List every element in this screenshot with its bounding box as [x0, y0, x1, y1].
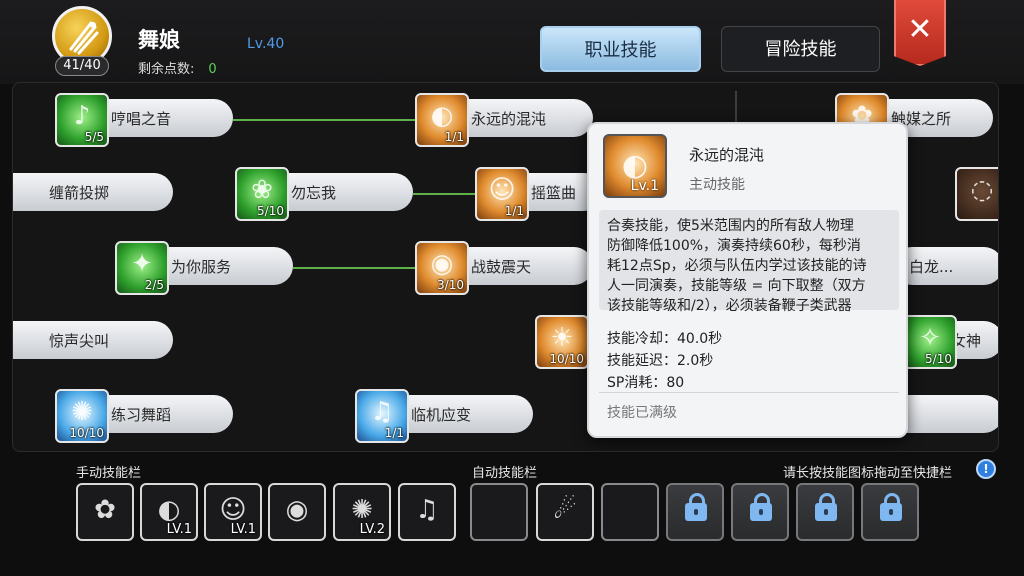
skill-name: 战鼓震天: [471, 258, 532, 276]
manual-skill-slot[interactable]: ☺ LV.1: [204, 483, 262, 541]
skill-node-pill[interactable]: 白龙...: [893, 247, 998, 285]
skill-level: 5/10: [925, 352, 952, 366]
auto-skill-slot-empty[interactable]: [601, 483, 659, 541]
tooltip-divider: [599, 392, 899, 393]
skill-sunburst-icon[interactable]: ☀ 10/10: [535, 315, 589, 369]
character-name: 舞娘: [138, 28, 180, 52]
skill-point-badge: 41/40: [55, 56, 109, 76]
drag-hint: 请长按技能图标拖动至快捷栏: [783, 466, 953, 481]
skill-level: 10/10: [549, 352, 584, 366]
auto-skill-bar-label: 自动技能栏: [472, 466, 538, 481]
skill-level: 3/10: [437, 278, 464, 292]
description-line: 人一同演奏，技能等级 = 向下取整（双方: [607, 278, 866, 294]
description-line: 防御降低100%，演奏持续60秒，每秒消: [607, 238, 861, 254]
info-icon[interactable]: !: [976, 459, 996, 479]
tooltip-delay: 技能延迟：2.0秒: [607, 353, 714, 369]
skill-name: 哼唱之音: [111, 110, 172, 128]
manual-skill-slot[interactable]: ◐ LV.1: [140, 483, 198, 541]
manual-skill-slot[interactable]: ♫: [398, 483, 456, 541]
slot-level: LV.2: [359, 522, 385, 537]
skill-name: 永远的混沌: [471, 110, 547, 128]
skill-name: 缠箭投掷: [49, 184, 110, 202]
skill-level: 5/5: [84, 130, 104, 144]
auto-skill-slot[interactable]: ☄: [536, 483, 594, 541]
skill-goddess-icon[interactable]: ✧ 5/10: [903, 315, 957, 369]
close-button[interactable]: ✕: [894, 0, 946, 66]
manual-skill-slot[interactable]: ◉: [268, 483, 326, 541]
skill-name: 为你服务: [171, 258, 232, 276]
description-line: 该技能等级和/2），必须装备鞭子类武器: [607, 298, 852, 314]
remaining-points-value: 0: [208, 62, 217, 77]
skill-hum-icon[interactable]: ♪ 5/5: [55, 93, 109, 147]
skill-level: 5/10: [257, 204, 284, 218]
slot-level: LV.1: [166, 522, 192, 537]
lock-icon: [750, 493, 772, 521]
tab-job-skills[interactable]: 职业技能: [540, 26, 701, 72]
tooltip-description-box: 合奏技能，使5米范围内的所有敌人物理 防御降低100%，演奏持续60秒，每秒消 …: [599, 210, 899, 314]
skill-name: 白龙...: [909, 258, 954, 276]
tooltip-cooldown: 技能冷却：40.0秒: [607, 331, 723, 347]
skill-forget-me-not-icon[interactable]: ❀ 5/10: [235, 167, 289, 221]
tooltip-skill-name: 永远的混沌: [689, 146, 765, 164]
skill-eternal-chaos-icon[interactable]: ◐ 1/1: [415, 93, 469, 147]
skill-name: 勿忘我: [291, 184, 337, 202]
tooltip-sp-cost: SP消耗：80: [607, 375, 685, 391]
tooltip-skill-icon: ◐ Lv.1: [603, 134, 667, 198]
tooltip-description: 合奏技能，使5米范围内的所有敌人物理 防御降低100%，演奏持续60秒，每秒消 …: [607, 216, 897, 316]
skill-level: 1/1: [444, 130, 464, 144]
skill-connector: [413, 193, 479, 195]
description-line: 耗12点Sp，必须与队伍内学过该技能的诗: [607, 258, 867, 274]
slot-level: LV.1: [230, 522, 256, 537]
skill-improvise-icon[interactable]: ♫ 1/1: [355, 389, 409, 443]
tooltip-icon-level: Lv.1: [630, 178, 659, 194]
description-line: 合奏技能，使5米范围内的所有敌人物理: [607, 218, 854, 234]
skill-connector: [293, 267, 419, 269]
manual-skill-slot[interactable]: ✺ LV.2: [333, 483, 391, 541]
skill-name: 摇篮曲: [531, 184, 577, 202]
auto-skill-slot-locked[interactable]: [666, 483, 724, 541]
tooltip-maxed-status: 技能已满级: [607, 405, 677, 421]
remaining-points: 剩余点数: 0: [138, 58, 217, 77]
auto-skill-slot-locked[interactable]: [861, 483, 919, 541]
skill-war-drum-icon[interactable]: ◉ 3/10: [415, 241, 469, 295]
skill-tooltip: ◐ Lv.1 永远的混沌 主动技能 合奏技能，使5米范围内的所有敌人物理 防御降…: [587, 122, 908, 438]
manual-skill-slot[interactable]: ✿: [76, 483, 134, 541]
skill-name: 临机应变: [411, 406, 472, 424]
lock-icon: [685, 493, 707, 521]
auto-skill-slot-locked[interactable]: [796, 483, 854, 541]
tooltip-skill-type: 主动技能: [689, 177, 745, 193]
auto-skill-slot-locked[interactable]: [731, 483, 789, 541]
skill-name: 惊声尖叫: [49, 332, 110, 350]
skill-level: 2/5: [144, 278, 164, 292]
skill-node-pill[interactable]: 惊声尖叫: [13, 321, 173, 359]
lock-icon: [880, 493, 902, 521]
skill-level: 10/10: [69, 426, 104, 440]
character-level: Lv.40: [247, 36, 285, 52]
manual-skill-bar-label: 手动技能栏: [76, 466, 142, 481]
skill-level: 1/1: [504, 204, 524, 218]
skill-connector: [233, 119, 419, 121]
lock-icon: [815, 493, 837, 521]
skill-name: 练习舞蹈: [111, 406, 172, 424]
auto-skill-slot-empty[interactable]: [470, 483, 528, 541]
skill-service-for-you-icon[interactable]: ✦ 2/5: [115, 241, 169, 295]
skill-node-pill[interactable]: 缠箭投掷: [13, 173, 173, 211]
skill-locked-icon[interactable]: ◌: [955, 167, 998, 221]
skill-dance-practice-icon[interactable]: ✺ 10/10: [55, 389, 109, 443]
close-icon: ✕: [907, 12, 933, 47]
skill-level: 1/1: [384, 426, 404, 440]
tab-adventure-skills[interactable]: 冒险技能: [721, 26, 880, 72]
remaining-points-label: 剩余点数:: [138, 62, 195, 77]
skill-lullaby-icon[interactable]: ☺ 1/1: [475, 167, 529, 221]
